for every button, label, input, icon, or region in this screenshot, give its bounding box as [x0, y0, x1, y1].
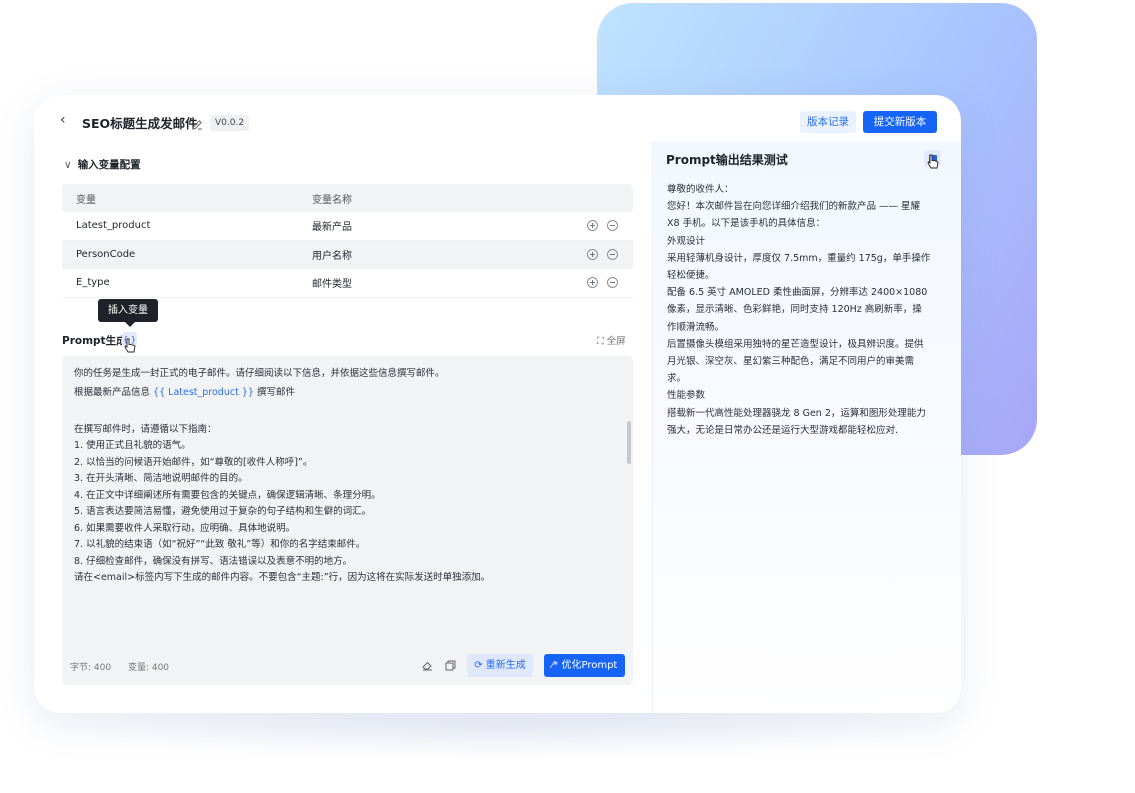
add-circle-icon[interactable]: [587, 277, 598, 288]
output-line: 采用轻薄机身设计，厚度仅 7.5mm，重量约 175g，单手操作: [667, 252, 931, 264]
table-header: 变量 变量名称: [62, 184, 633, 212]
output-title: Prompt输出结果测试: [666, 153, 788, 167]
scrollbar-thumb[interactable]: [627, 421, 631, 464]
back-icon[interactable]: ‹: [60, 112, 66, 128]
variable-label: 最新产品: [312, 222, 352, 234]
table-row: E_type 邮件类型: [62, 269, 633, 298]
prompt-section-title: Prompt生成: [62, 335, 127, 347]
refresh-icon: ⟳: [474, 660, 486, 671]
row-actions: [587, 220, 618, 231]
fullscreen-button[interactable]: ⛶ 全屏: [597, 333, 626, 347]
output-line: 配备 6.5 英寸 AMOLED 柔性曲面屏，分辨率达 2400×1080: [667, 287, 928, 299]
row-actions: [587, 277, 618, 288]
remove-circle-icon[interactable]: [607, 220, 618, 231]
prompt-line: 2. 以恰当的问候语开始邮件，如“尊敬的[收件人称呼]”。: [74, 456, 313, 468]
variables-table: 变量 变量名称 Latest_product 最新产品 PersonCode 用…: [62, 184, 633, 298]
variable-label: 用户名称: [312, 250, 352, 262]
insert-variable-tooltip: 插入变量: [98, 299, 158, 327]
output-line: 月光银、深空灰、星幻紫三种配色，满足不同用户的审美需: [667, 356, 915, 368]
output-line: 求。: [667, 373, 687, 385]
prompt-line: 4. 在正文中详细阐述所有需要包含的关键点，确保逻辑清晰、条理分明。: [74, 489, 381, 501]
prompt-line: 根据最新产品信息 {{ Latest_product }} 撰写邮件: [74, 386, 295, 398]
prompt-line: 8. 仔细检查邮件，确保没有拼写、语法错误以及表意不明的地方。: [74, 555, 353, 567]
column-header-variable: 变量: [76, 194, 96, 206]
prompt-line: 5. 语言表达要简洁易懂，避免使用过于复杂的句子结构和生僻的词汇。: [74, 506, 372, 517]
prompt-editor[interactable]: 你的任务是生成一封正式的电子邮件。请仔细阅读以下信息，并依据这些信息撰写邮件。 …: [62, 356, 633, 685]
magic-wand-icon: ⁄*: [551, 660, 562, 671]
prompt-line: [74, 401, 614, 418]
hand-cursor-icon: [124, 338, 136, 353]
prompt-line: 7. 以礼貌的结束语（如“祝好”“此致 敬礼”等）和你的名字结束邮件。: [74, 539, 366, 550]
prompt-tools: [422, 660, 456, 671]
output-line: 性能参数: [667, 390, 706, 402]
editor-window: ‹ SEO标题生成发邮件 V0.0.2 版本记录 提交新版本 ∨ 输入变量配置 变…: [34, 95, 961, 713]
prompt-text[interactable]: 你的任务是生成一封正式的电子邮件。请仔细阅读以下信息，并依据这些信息撰写邮件。 …: [74, 366, 614, 587]
remove-circle-icon[interactable]: [607, 277, 618, 288]
prompt-line: 在撰写邮件时，请遵循以下指南：: [74, 423, 217, 435]
output-line: 您好！本次邮件旨在向您详细介绍我们的新款产品 —— 星耀: [667, 201, 921, 213]
prompt-line: 6. 如果需要收件人采取行动，应明确、具体地说明。: [74, 522, 296, 534]
output-line: X8 手机。以下是该手机的具体信息：: [667, 218, 826, 230]
add-circle-icon[interactable]: [587, 220, 598, 231]
hand-cursor-icon: [927, 154, 939, 169]
copy-icon[interactable]: [445, 660, 456, 671]
variable-key: PersonCode: [76, 248, 136, 260]
variable-key: Latest_product: [76, 220, 151, 232]
variables-section-title[interactable]: ∨ 输入变量配置: [64, 157, 141, 172]
remove-circle-icon[interactable]: [607, 248, 618, 260]
output-line: 后置摄像头模组采用独特的星芒造型设计，极具辨识度。提供: [667, 338, 924, 350]
table-row: Latest_product 最新产品: [62, 212, 633, 241]
eraser-icon[interactable]: [422, 660, 433, 671]
expand-icon: ⛶: [597, 336, 607, 347]
add-circle-icon[interactable]: [587, 248, 598, 260]
stage: ‹ SEO标题生成发邮件 V0.0.2 版本记录 提交新版本 ∨ 输入变量配置 变…: [0, 0, 1135, 793]
version-badge: V0.0.2: [210, 115, 250, 131]
regenerate-button[interactable]: ⟳ 重新生成: [467, 654, 533, 677]
variable-count: 变量: 400: [127, 663, 170, 673]
prompt-line: 1. 使用正式且礼貌的语气。: [74, 440, 191, 451]
output-line: 尊敬的收件人：: [667, 184, 734, 195]
variable-label: 邮件类型: [312, 279, 352, 291]
prompt-stats: 字节: 400 变量: 400: [70, 660, 183, 673]
variable-token[interactable]: {{ Latest_product }}: [153, 387, 254, 398]
top-bar: ‹ SEO标题生成发邮件 V0.0.2 版本记录 提交新版本: [34, 95, 961, 141]
output-line: 轻松便捷。: [667, 270, 715, 282]
output-text: 尊敬的收件人： 您好！本次邮件旨在向您详细介绍我们的新款产品 —— 星耀 X8 …: [667, 181, 945, 439]
submit-version-button[interactable]: 提交新版本: [863, 111, 937, 133]
char-count: 字节: 400: [70, 663, 112, 673]
optimize-prompt-button[interactable]: ⁄* 优化Prompt: [544, 654, 625, 677]
pencil-icon[interactable]: [192, 115, 203, 134]
output-line: 搭载新一代高性能处理器骁龙 8 Gen 2，运算和图形处理能力: [667, 407, 926, 419]
table-row: PersonCode 用户名称: [62, 240, 633, 269]
output-line: 作顺滑流畅。: [667, 321, 725, 333]
output-line: 像素，显示清晰、色彩鲜艳，同时支持 120Hz 高刷新率，操: [667, 304, 922, 316]
row-actions: [587, 248, 618, 260]
prompt-line: 请在<email>标签内写下生成的邮件内容。不要包含“主题:”行，因为这将在实际…: [74, 572, 491, 583]
chevron-down-icon: ∨: [64, 159, 72, 171]
output-line: 外观设计: [667, 235, 706, 247]
page-title: SEO标题生成发邮件: [82, 116, 198, 131]
column-header-variable-name: 变量名称: [312, 194, 352, 206]
output-line: 强大，无论是日常办公还是运行大型游戏都能轻松应对.: [667, 424, 899, 436]
variable-key: E_type: [76, 277, 110, 289]
output-panel: Prompt输出结果测试 尊敬的收件人： 您好！本次邮件旨在向您详细介绍我们的新…: [652, 141, 961, 713]
prompt-line: 3. 在开头清晰、简洁地说明邮件的目的。: [74, 473, 248, 484]
version-history-button[interactable]: 版本记录: [800, 111, 856, 133]
prompt-line: 你的任务是生成一封正式的电子邮件。请仔细阅读以下信息，并依据这些信息撰写邮件。: [74, 368, 445, 379]
